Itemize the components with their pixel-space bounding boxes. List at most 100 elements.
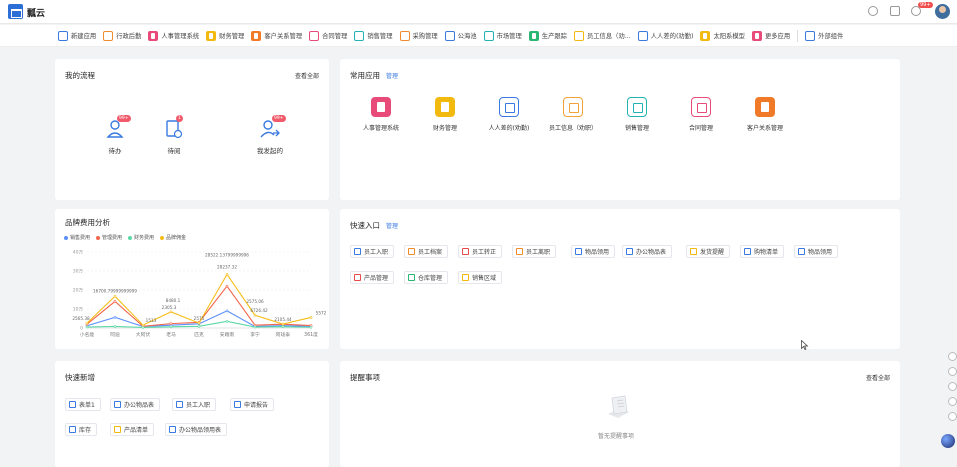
quick-entry-item[interactable]: 办公物品表: [622, 245, 673, 258]
app-shortcut[interactable]: 生产跟踪: [528, 30, 567, 41]
data-label: 5572: [316, 310, 327, 315]
quick-entry-item[interactable]: 员工转正: [458, 245, 503, 258]
card-title: 常用应用: [350, 71, 380, 80]
app-icon: [528, 30, 539, 41]
quick-add-item[interactable]: 办公物品表: [110, 398, 161, 411]
logo-icon[interactable]: [8, 4, 23, 19]
app-label: 人人差的(劝勤): [650, 33, 694, 40]
flow-item[interactable]: 1 待阅: [144, 115, 204, 155]
flow-item[interactable]: 99+ 我发起的: [240, 115, 300, 155]
app-shortcut[interactable]: 销售管理: [354, 30, 393, 41]
quick-entry-item[interactable]: 物品领用: [794, 245, 839, 258]
legend-label: 品牌佣金: [166, 235, 187, 241]
filter-icon[interactable]: [948, 397, 957, 406]
app-icon: [805, 30, 816, 41]
app-icon: [483, 30, 494, 41]
app-label: 客户关系管理: [264, 33, 303, 40]
app-shortcut[interactable]: 市场管理: [483, 30, 522, 41]
app-shortcut[interactable]: 外部组件: [805, 30, 843, 41]
view-all-link[interactable]: 查看全部: [295, 71, 319, 80]
quick-entry-item[interactable]: 购物清单: [740, 245, 785, 258]
edit-icon[interactable]: [948, 367, 957, 376]
quick-entry-item[interactable]: 员工档案: [404, 245, 449, 258]
legend-label: 财务费用: [134, 235, 155, 241]
data-point: [281, 325, 285, 328]
quick-entry-item[interactable]: 销售区域: [458, 271, 503, 284]
data-point: [253, 325, 257, 329]
quick-entry-item[interactable]: 产品管理: [350, 271, 395, 284]
mouse-cursor-icon: [801, 340, 809, 350]
x-tick-label: 安踏南: [220, 331, 235, 338]
flow-label: 待办: [108, 147, 122, 155]
card-title: 我的流程: [65, 71, 95, 80]
legend-item[interactable]: 销售费用: [64, 234, 90, 241]
search-icon[interactable]: [868, 6, 878, 16]
quick-add-item[interactable]: 库存: [65, 423, 98, 436]
app-shortcut[interactable]: 财务管理: [206, 30, 244, 41]
quick-entry-item[interactable]: 员工离职: [512, 245, 557, 258]
quick-entry-item[interactable]: 发货提醒: [686, 245, 731, 258]
app-shortcut[interactable]: 客户关系管理: [251, 30, 303, 41]
flow-item[interactable]: 99+ 待办: [85, 115, 145, 155]
app-shortcut[interactable]: 人事管理系统: [148, 30, 199, 41]
data-point: [309, 325, 313, 329]
flow-label: 待阅: [167, 147, 181, 155]
common-app[interactable]: 客户关系管理: [736, 97, 794, 132]
app-icon: [206, 30, 217, 41]
add-label: 办公物品领用表: [179, 427, 222, 434]
home-icon[interactable]: [890, 6, 900, 16]
quick-entry-item[interactable]: 仓库管理: [404, 271, 449, 284]
initiated-icon: 99+: [259, 115, 286, 139]
app-icon: [563, 97, 583, 117]
assistant-icon[interactable]: [941, 434, 955, 448]
app-shortcut[interactable]: 更多应用: [751, 30, 790, 41]
common-app[interactable]: 合同管理: [672, 97, 730, 132]
app-shortcut[interactable]: 行政后勤: [103, 30, 141, 41]
common-app[interactable]: 人人差的(劝勤): [480, 97, 538, 132]
legend-item[interactable]: 品牌佣金: [160, 234, 186, 241]
quick-entry-item[interactable]: 物品领用: [571, 245, 616, 258]
app-label: 销售管理: [624, 125, 649, 132]
brand-name: 瓢云: [27, 9, 46, 19]
quick-entry-item[interactable]: 员工入职: [350, 245, 395, 258]
app-shortcut[interactable]: 新建应用: [58, 30, 96, 41]
quick-add-item[interactable]: 员工入职: [172, 398, 217, 411]
data-label: 6726.42: [250, 308, 268, 313]
quick-add-item[interactable]: 产品清单: [110, 423, 155, 436]
entry-label: 物品领用: [808, 249, 833, 256]
legend-swatch: [160, 235, 165, 240]
legend-item[interactable]: 管理费用: [96, 234, 122, 241]
data-label: 1513: [146, 318, 157, 323]
common-app[interactable]: 人事管理系统: [352, 97, 410, 132]
data-label: 8480.1: [166, 298, 181, 303]
data-point: [197, 321, 201, 325]
entry-label: 员工离职: [526, 249, 551, 256]
common-app[interactable]: 销售管理: [608, 97, 666, 132]
avatar[interactable]: [935, 4, 950, 19]
divider: [797, 29, 799, 42]
data-point: [169, 310, 173, 314]
common-app[interactable]: 财务管理: [416, 97, 474, 132]
entry-icon: [354, 248, 361, 255]
app-shortcut[interactable]: 员工信息（劝...: [573, 30, 631, 41]
settings-icon[interactable]: [948, 412, 957, 421]
app-shortcut[interactable]: 人人差的(劝勤): [637, 30, 694, 41]
app-shortcut[interactable]: 合同管理: [309, 30, 347, 41]
app-icon: [627, 97, 647, 117]
manage-link[interactable]: 管理: [386, 221, 398, 230]
common-app[interactable]: 员工信息（劝职）: [544, 97, 602, 132]
legend-item[interactable]: 财务费用: [128, 234, 154, 241]
app-shortcut[interactable]: 太阳系模型: [700, 30, 745, 41]
link-icon[interactable]: [948, 382, 957, 391]
app-shortcut[interactable]: 公海池: [444, 30, 477, 41]
view-all-link[interactable]: 查看全部: [866, 373, 890, 382]
to-read-icon: 1: [163, 115, 185, 139]
quick-add-item[interactable]: 表单1: [65, 398, 101, 411]
quick-add-item[interactable]: 申请报告: [230, 398, 275, 411]
manage-link[interactable]: 管理: [386, 71, 398, 80]
refresh-icon[interactable]: [948, 352, 957, 361]
app-shortcut[interactable]: 采购管理: [399, 30, 438, 41]
quick-add-item[interactable]: 办公物品领用表: [165, 423, 228, 436]
entry-icon: [690, 248, 697, 255]
data-point: [85, 321, 89, 325]
